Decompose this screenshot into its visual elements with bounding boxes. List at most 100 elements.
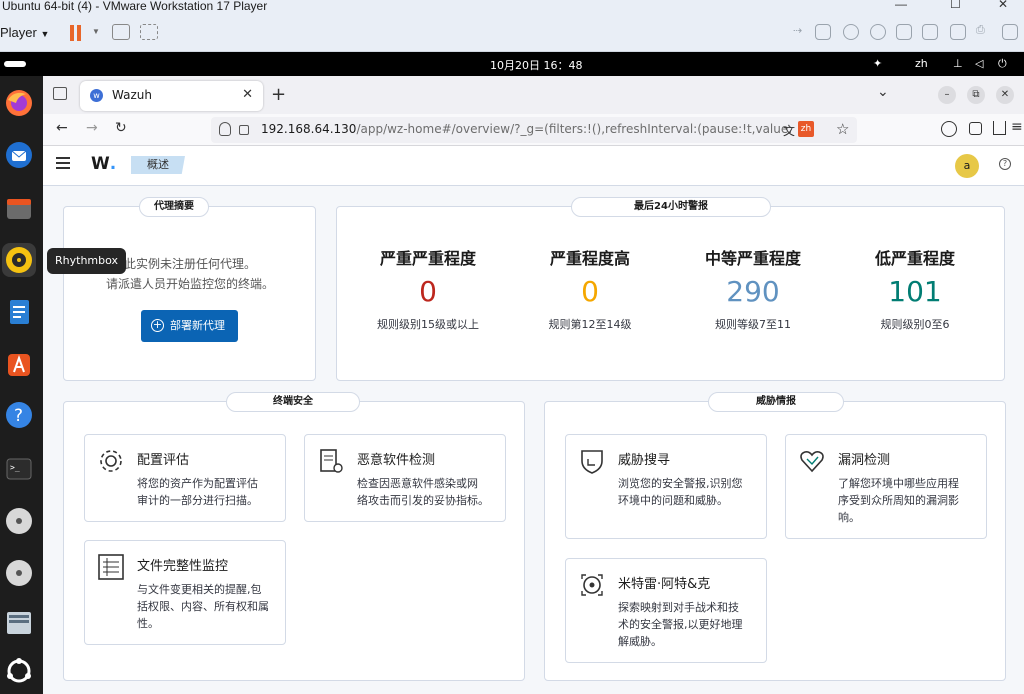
threat-intelligence-title: 威胁情报	[708, 392, 844, 412]
tab-title: Wazuh	[112, 88, 152, 102]
floppy-icon[interactable]	[896, 24, 912, 40]
stat-medium-label: 中等严重程度	[704, 249, 801, 268]
list-icon	[98, 554, 124, 580]
forward-button[interactable]: →	[86, 120, 98, 136]
input-method-indicator[interactable]: zh	[915, 57, 928, 70]
card-malware-detection[interactable]: 恶意软件检测 检查因恶意软件感染或网 络攻击而引发的妥协指标。	[304, 434, 506, 522]
tab-overview-icon[interactable]	[53, 87, 67, 100]
help-icon[interactable]: ?	[2, 398, 36, 432]
stat-low[interactable]: 低严重程度 101 规则级别0至6	[830, 245, 1000, 332]
stat-low-value[interactable]: 101	[830, 275, 1000, 308]
deploy-agent-button[interactable]: + 部署新代理	[141, 310, 238, 342]
power-icon[interactable]: ⏻	[998, 57, 1007, 71]
url-bar[interactable]: 192.168.64.130/app/wz-home#/overview/?_g…	[211, 117, 857, 143]
send-ctrl-alt-del-icon[interactable]	[112, 24, 130, 40]
stat-high-value[interactable]: 0	[505, 275, 675, 308]
pause-icon[interactable]	[70, 25, 82, 41]
card-file-integrity-monitoring[interactable]: 文件完整性监控 与文件变更相关的提醒,包 括权限、内容、所有权和属 性。	[84, 540, 286, 645]
disc-icon[interactable]	[2, 504, 36, 538]
stat-medium[interactable]: 中等严重程度 290 规则等级7至11	[668, 245, 838, 332]
heart-icon	[800, 451, 824, 473]
fullscreen-icon[interactable]	[140, 24, 158, 40]
logo-letter: W	[91, 154, 110, 174]
wazuh-logo[interactable]: W.	[91, 154, 116, 174]
tab-list-button[interactable]: ⌄	[877, 84, 889, 100]
sound-icon[interactable]	[950, 24, 966, 40]
tab-wazuh[interactable]: w Wazuh ✕	[80, 81, 263, 111]
avatar[interactable]: a	[955, 154, 979, 178]
url-text[interactable]: 192.168.64.130/app/wz-home#/overview/?_g…	[261, 122, 791, 136]
card-desc-line: 络攻击而引发的妥协指标。	[357, 494, 489, 507]
deploy-agent-label: 部署新代理	[170, 319, 225, 332]
shield-icon[interactable]	[219, 122, 231, 136]
activities-button[interactable]	[4, 61, 26, 67]
clock[interactable]: 10月20日 16：48	[490, 57, 583, 73]
player-menu-label: Player	[0, 25, 37, 40]
tab-close-button[interactable]: ✕	[242, 87, 253, 102]
app-menu-button[interactable]: ≡	[1011, 119, 1023, 135]
ubuntu-logo-icon[interactable]	[2, 654, 36, 688]
player-menu[interactable]: Player ▼	[0, 25, 49, 40]
translate-badge[interactable]: zh	[798, 121, 814, 137]
share-icon[interactable]	[993, 121, 1006, 135]
card-vulnerability-detection[interactable]: 漏洞检测 了解您环境中哪些应用程 序受到众所周知的漏洞影 响。	[785, 434, 987, 539]
card-description: 浏览您的安全警报,识别您 环境中的问题和威胁。	[618, 475, 743, 509]
card-mitre-attack[interactable]: 米特雷·阿特&克 探索映射到对手战术和技 术的安全警报,以更好地理 解威胁。	[565, 558, 767, 663]
network-wired-icon[interactable]: ⊥	[953, 57, 963, 70]
printer-icon[interactable]: ⎙	[976, 24, 992, 40]
vm-minimize-button[interactable]: —	[895, 0, 907, 10]
card-title: 配置评估	[137, 453, 190, 468]
message-icon[interactable]	[1002, 24, 1018, 40]
card-description: 与文件变更相关的提醒,包 括权限、内容、所有权和属 性。	[137, 581, 269, 632]
pause-dropdown-icon[interactable]: ▼	[92, 27, 100, 36]
disc2-icon[interactable]	[2, 556, 36, 590]
browser-minimize-button[interactable]: –	[938, 86, 956, 104]
alerts-24h-title: 最后24小时警报	[571, 197, 771, 217]
browser-close-button[interactable]: ✕	[996, 86, 1014, 104]
stat-high-sub: 规则第12至14级	[548, 318, 632, 331]
reload-button[interactable]: ↻	[115, 120, 127, 136]
hamburger-menu-icon[interactable]	[56, 157, 70, 169]
bookmark-star-icon[interactable]: ☆	[836, 120, 849, 138]
hdd-icon[interactable]	[815, 24, 831, 40]
browser-restore-button[interactable]: ⧉	[967, 86, 985, 104]
thunderbird-icon[interactable]	[2, 138, 36, 172]
card-desc-line: 解威胁。	[618, 635, 662, 648]
breadcrumb[interactable]: 概述	[131, 156, 185, 174]
firefox-icon[interactable]	[2, 86, 36, 120]
terminal-icon[interactable]: >_	[2, 452, 36, 486]
drive-icon[interactable]	[2, 606, 36, 640]
stat-critical-value[interactable]: 0	[343, 275, 513, 308]
accessibility-icon[interactable]: ✦	[873, 57, 882, 70]
vm-close-button[interactable]: ✕	[998, 0, 1008, 10]
card-threat-hunting[interactable]: 威胁搜寻 浏览您的安全警报,识别您 环境中的问题和威胁。	[565, 434, 767, 539]
extensions-icon[interactable]	[969, 122, 982, 135]
network-icon[interactable]: ⇢	[793, 24, 809, 40]
new-tab-button[interactable]: +	[271, 84, 286, 105]
card-desc-line: 术的安全警报,以更好地理	[618, 618, 743, 631]
app-center-icon[interactable]	[2, 348, 36, 382]
usb-icon[interactable]	[922, 24, 938, 40]
translate-icon[interactable]: 文	[783, 122, 795, 139]
svg-text:?: ?	[14, 406, 23, 426]
stat-medium-value[interactable]: 290	[668, 275, 838, 308]
rhythmbox-icon[interactable]	[2, 243, 36, 277]
files-icon[interactable]	[2, 192, 36, 226]
cd2-icon[interactable]	[870, 24, 886, 40]
stat-critical[interactable]: 严重严重程度 0 规则级别15级或以上	[343, 245, 513, 332]
stat-high[interactable]: 严重程度高 0 规则第12至14级	[505, 245, 675, 332]
libreoffice-writer-icon[interactable]	[2, 295, 36, 329]
card-desc-line: 了解您环境中哪些应用程	[838, 477, 959, 490]
card-desc-line: 序受到众所周知的漏洞影	[838, 494, 959, 507]
card-description: 检查因恶意软件感染或网 络攻击而引发的妥协指标。	[357, 475, 489, 509]
back-button[interactable]: ←	[56, 120, 68, 136]
alerts-24h-panel: 最后24小时警报 严重严重程度 0 规则级别15级或以上 严重程度高 0 规则第…	[336, 197, 1005, 381]
vm-title-bar: Ubuntu 64-bit (4) - VMware Workstation 1…	[0, 0, 1024, 14]
lock-icon[interactable]	[239, 125, 249, 135]
help-icon[interactable]: ?	[999, 158, 1011, 170]
volume-icon[interactable]: ◁	[975, 57, 983, 70]
account-icon[interactable]	[941, 121, 957, 137]
cd-icon[interactable]	[843, 24, 859, 40]
vm-maximize-button[interactable]: ☐	[950, 0, 961, 10]
card-configuration-assessment[interactable]: 配置评估 将您的资产作为配置评估 审计的一部分进行扫描。	[84, 434, 286, 522]
